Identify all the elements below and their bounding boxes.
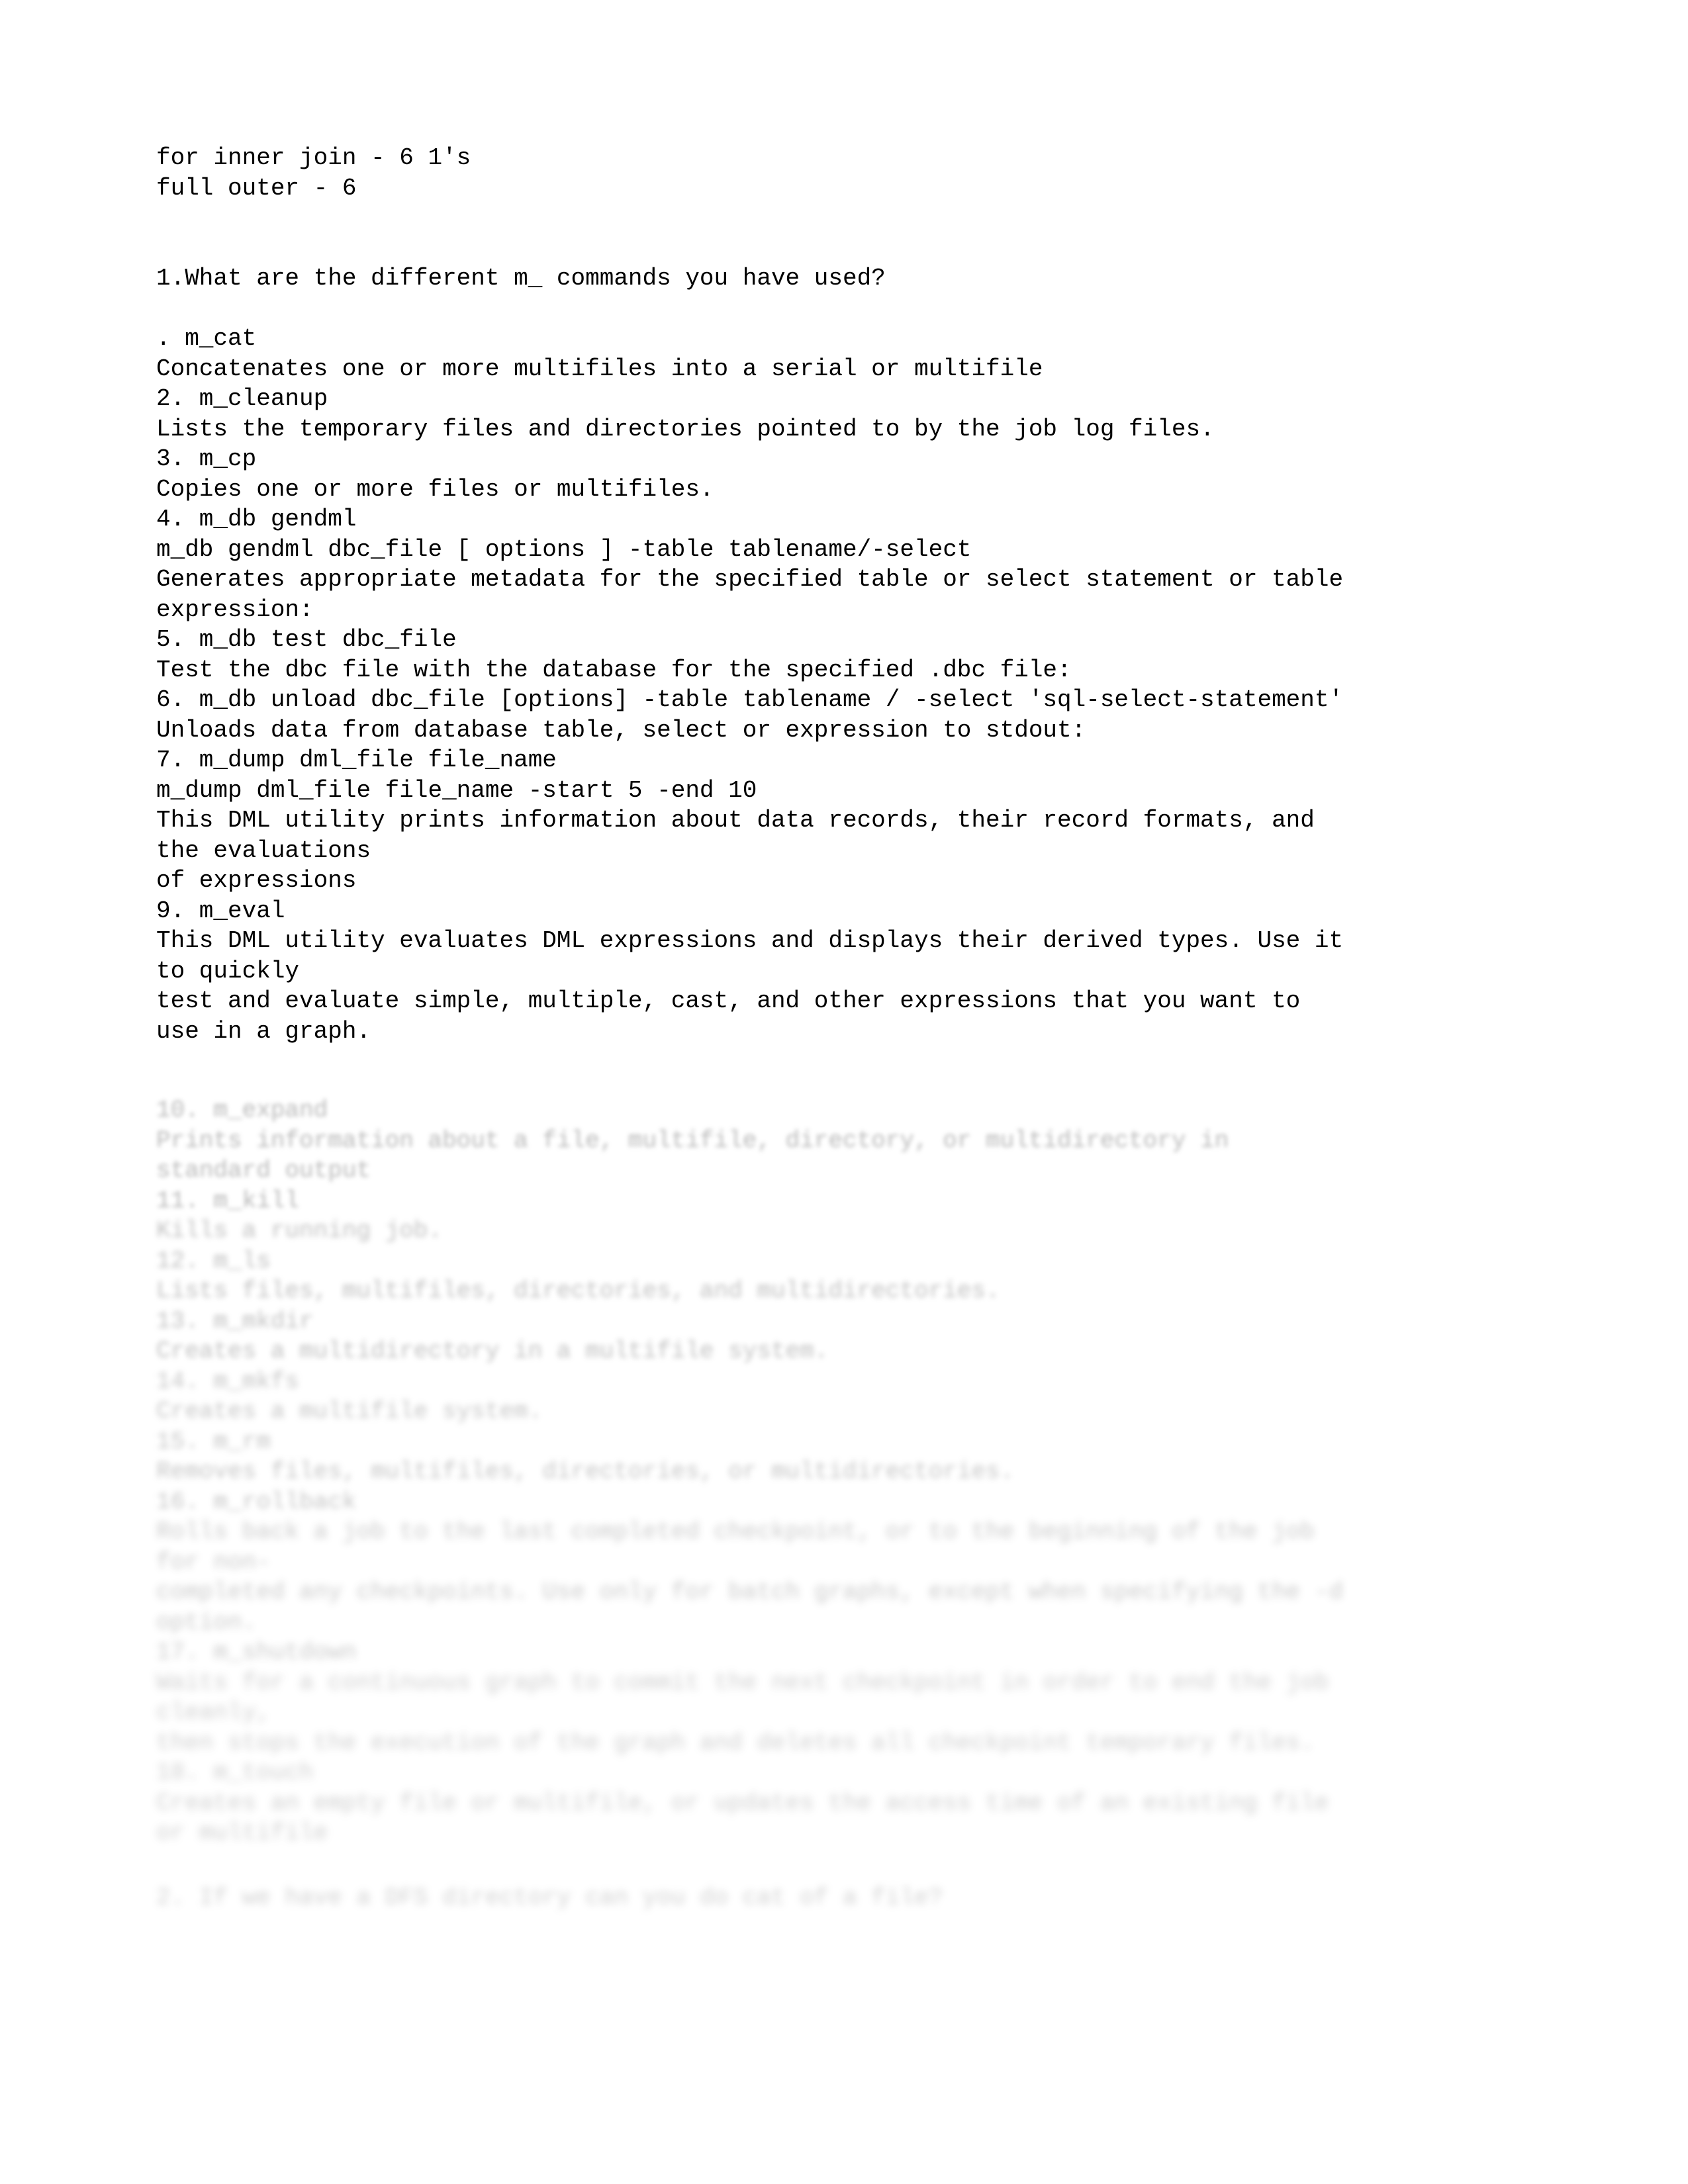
list-item-usage: m_dump dml_file file_name -start 5 -end … xyxy=(156,776,757,804)
faded-next-question: 2. If we have a DFS directory can you do… xyxy=(156,1883,1613,1913)
paragraph-question-1: 1.What are the different m_ commands you… xyxy=(156,263,1560,294)
faded-continuation-block: 10. m_expand Prints information about a … xyxy=(156,1095,1613,1848)
document-text-body: for inner join - 6 1's full outer - 6 1.… xyxy=(156,143,1560,1046)
faded-text-line: 18. m_touch xyxy=(156,1759,314,1786)
faded-text-line: 12. m_ls xyxy=(156,1247,271,1275)
question-heading: 1.What are the different m_ commands you… xyxy=(156,265,886,292)
faded-text-line: for non- xyxy=(156,1548,271,1576)
faded-text-line: 17. m_shutdown xyxy=(156,1639,357,1666)
text-line: full outer - 6 xyxy=(156,174,357,202)
faded-text-line: 15. m_rm xyxy=(156,1428,271,1455)
faded-text-line: Prints information about a file, multifi… xyxy=(156,1126,1229,1154)
paragraph-join-counts: for inner join - 6 1's full outer - 6 xyxy=(156,143,1560,203)
faded-text-line: Kills a running job. xyxy=(156,1217,443,1244)
list-item-command: 7. m_dump dml_file file_name xyxy=(156,747,557,774)
list-item-command: 5. m_db test dbc_file xyxy=(156,626,457,653)
list-item-description: Concatenates one or more multifiles into… xyxy=(156,355,1043,383)
list-item-command: 3. m_cp xyxy=(156,445,257,473)
faded-text-line: 11. m_kill xyxy=(156,1187,300,1214)
list-item-description: expression: xyxy=(156,596,314,623)
list-item-description: Generates appropriate metadata for the s… xyxy=(156,566,1344,593)
faded-text-line: Rolls back a job to the last completed c… xyxy=(156,1518,1315,1545)
faded-text-line: cleanly, xyxy=(156,1699,271,1726)
text-line: for inner join - 6 1's xyxy=(156,144,471,171)
faded-text-line: completed any checkpoints. Use only for … xyxy=(156,1578,1344,1606)
faded-text-line: standard output xyxy=(156,1157,371,1184)
faded-text-line: Lists files, multifiles, directories, an… xyxy=(156,1277,1000,1304)
list-item-description: the evaluations xyxy=(156,837,371,864)
faded-text-line: Waits for a continuous graph to commit t… xyxy=(156,1668,1329,1696)
faded-text-line: option. xyxy=(156,1608,257,1636)
faded-text-line: 14. m_mkfs xyxy=(156,1367,300,1395)
faded-text-line: 16. m_rollback xyxy=(156,1488,357,1516)
list-item-command: 4. m_db gendml xyxy=(156,506,357,533)
list-item-description: This DML utility prints information abou… xyxy=(156,807,1315,834)
list-item-description: Unloads data from database table, select… xyxy=(156,716,1086,744)
faded-text-line: 10. m_expand xyxy=(156,1097,328,1124)
list-item-description: test and evaluate simple, multiple, cast… xyxy=(156,987,1301,1015)
faded-text-line: 2. If we have a DFS directory can you do… xyxy=(156,1884,943,1911)
list-item-command: . m_cat xyxy=(156,325,257,352)
list-item-description: This DML utility evaluates DML expressio… xyxy=(156,927,1344,954)
faded-text-line: Creates a multifile system. xyxy=(156,1398,543,1425)
list-item-description: to quickly xyxy=(156,957,300,985)
document-page: for inner join - 6 1's full outer - 6 1.… xyxy=(0,0,1688,2184)
list-item-command: 9. m_eval xyxy=(156,897,285,925)
faded-text-line: Creates an empty file or multifile, or u… xyxy=(156,1789,1329,1817)
faded-text-line: or multifile xyxy=(156,1819,328,1846)
faded-text-line: Removes files, multifiles, directories, … xyxy=(156,1458,1015,1485)
list-item-command: 6. m_db unload dbc_file [options] -table… xyxy=(156,686,1344,713)
list-item-description: use in a graph. xyxy=(156,1017,371,1045)
paragraph-m-commands-list: . m_cat Concatenates one or more multifi… xyxy=(156,324,1560,1046)
list-item-description: Copies one or more files or multifiles. xyxy=(156,475,714,503)
list-item-usage: m_db gendml dbc_file [ options ] -table … xyxy=(156,535,972,563)
faded-text-line: Creates a multidirectory in a multifile … xyxy=(156,1338,829,1365)
list-item-description: of expressions xyxy=(156,867,357,894)
list-item-description: Lists the temporary files and directorie… xyxy=(156,415,1215,443)
faded-text-line: 13. m_mkdir xyxy=(156,1307,314,1335)
list-item-description: Test the dbc file with the database for … xyxy=(156,656,1072,684)
faded-text-line: then stops the execution of the graph an… xyxy=(156,1729,1315,1756)
list-item-command: 2. m_cleanup xyxy=(156,385,328,412)
